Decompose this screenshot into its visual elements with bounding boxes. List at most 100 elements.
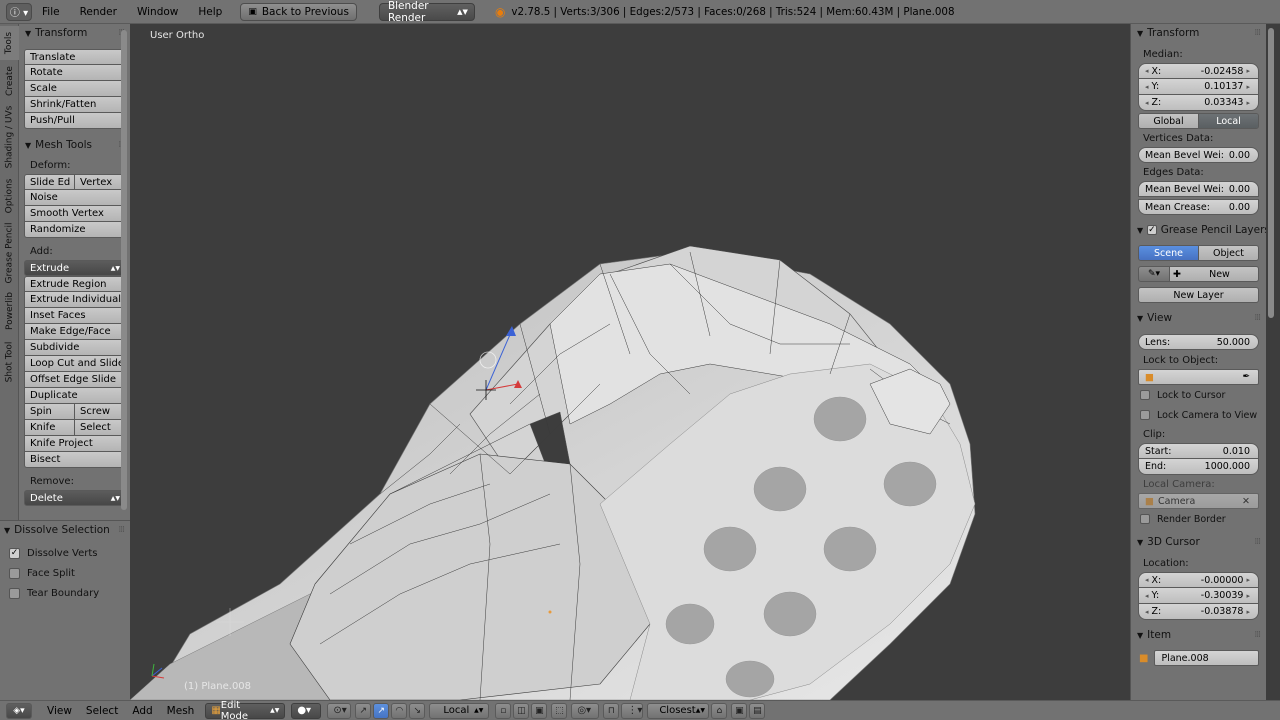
proportional-edit-dropdown[interactable]: ◎▾ (571, 702, 600, 719)
item-name-field[interactable]: Plane.008 (1154, 650, 1259, 666)
snap-target-dropdown[interactable]: Closest ▲▼ (647, 702, 710, 719)
scale-manipulator-button[interactable]: ↘ (409, 702, 426, 719)
slide-edge-button[interactable]: Slide Ed (25, 175, 74, 189)
shading-dropdown[interactable]: ●▾ (291, 702, 322, 719)
menu-file[interactable]: File (32, 6, 70, 18)
make-edge-face-button[interactable]: Make Edge/Face (24, 324, 125, 340)
extrude-dropdown[interactable]: Extrude ▲▼ (24, 260, 125, 276)
panel-item-header[interactable]: ▼ Item ⁞⁞⁞ (1131, 626, 1266, 644)
menu-view[interactable]: View (40, 705, 79, 717)
duplicate-button[interactable]: Duplicate (24, 388, 125, 404)
delete-dropdown[interactable]: Delete ▲▼ (24, 490, 125, 506)
median-y-field[interactable]: ◂ Y: 0.10137 ▸ (1138, 79, 1259, 95)
checkbox-empty-icon[interactable] (9, 587, 20, 599)
smooth-vertex-button[interactable]: Smooth Vertex (24, 206, 125, 222)
rotate-manipulator-button[interactable]: ◠ (391, 702, 408, 719)
checkbox-empty-icon[interactable] (9, 567, 20, 579)
mesh-render[interactable] (130, 24, 1129, 700)
extrude-individual-button[interactable]: Extrude Individual (24, 292, 125, 308)
noise-button[interactable]: Noise (24, 190, 125, 206)
edge-select-button[interactable]: ◫ (513, 702, 530, 719)
drag-grip-icon[interactable]: ⁞⁞⁞ (1254, 630, 1261, 640)
snap-element-dropdown[interactable]: ⋮▾ (621, 702, 644, 719)
3d-viewport[interactable]: User Ortho (1) Plane.008 (130, 24, 1129, 700)
loop-cut-slide-button[interactable]: Loop Cut and Slide (24, 356, 125, 372)
screw-button[interactable]: Screw (74, 404, 124, 419)
new-layer-button[interactable]: New Layer (1138, 287, 1259, 303)
dissolve-verts-option[interactable]: ✓ Dissolve Verts (0, 543, 130, 563)
clip-end-field[interactable]: End: 1000.000 (1138, 459, 1259, 475)
menu-mesh[interactable]: Mesh (160, 705, 202, 717)
bisect-button[interactable]: Bisect (24, 452, 125, 468)
local-space-button[interactable]: Local (1198, 114, 1258, 128)
push-pull-button[interactable]: Push/Pull (24, 113, 125, 129)
occlude-geometry-button[interactable]: ⬚ (551, 702, 568, 719)
menu-add[interactable]: Add (125, 705, 159, 717)
clip-start-field[interactable]: Start: 0.010 (1138, 443, 1259, 459)
operator-header[interactable]: ▼ Dissolve Selection ⁞⁞⁞ (0, 521, 130, 539)
knife-select-button[interactable]: Select (74, 420, 124, 435)
lock-to-cursor-option[interactable]: Lock to Cursor (1131, 385, 1266, 405)
subdivide-button[interactable]: Subdivide (24, 340, 125, 356)
tab-tools[interactable]: Tools (0, 26, 19, 60)
mode-dropdown[interactable]: ▦ Edit Mode ▲▼ (205, 700, 286, 720)
editor-type-button[interactable]: ⓘ ▾ (6, 2, 32, 21)
translate-manipulator-button[interactable]: ↗ (373, 702, 390, 719)
vertex-bevel-weight-field[interactable]: Mean Bevel Wei: 0.00 (1138, 147, 1259, 163)
knife-project-button[interactable]: Knife Project (24, 436, 125, 452)
tool-shelf-scrollbar[interactable] (121, 30, 127, 510)
panel-view-header[interactable]: ▼ View ⁞⁞⁞ (1131, 309, 1266, 327)
vertex-select-button[interactable]: ▫ (495, 702, 512, 719)
face-split-option[interactable]: Face Split (0, 563, 130, 583)
extrude-region-button[interactable]: Extrude Region (24, 276, 125, 292)
opengl-render-button[interactable]: ▣ (731, 702, 748, 719)
lock-camera-option[interactable]: Lock Camera to View (1131, 405, 1266, 425)
face-select-button[interactable]: ▣ (531, 702, 548, 719)
tab-options[interactable]: Options (0, 174, 19, 218)
panel-grease-pencil-header[interactable]: ▼ ✓ Grease Pencil Layers (1131, 221, 1266, 239)
pivot-dropdown[interactable]: ⊙▾ (327, 702, 352, 719)
drag-grip-icon[interactable]: ⁞⁞⁞ (1254, 313, 1261, 323)
cursor-y-field[interactable]: ◂ Y: -0.30039 ▸ (1138, 588, 1259, 604)
gp-scene-button[interactable]: Scene (1139, 246, 1198, 260)
grease-pencil-toggle-checkbox[interactable]: ✓ (1147, 225, 1157, 235)
panel-transform-props-header[interactable]: ▼ Transform ⁞⁞⁞ (1131, 24, 1266, 42)
gp-new-button[interactable]: ✚ New (1170, 266, 1259, 282)
snap-align-button[interactable]: ⌂ (711, 702, 728, 719)
pencil-icon[interactable]: ✎▾ (1138, 266, 1170, 282)
tab-shot-tool[interactable]: Shot Tool (0, 336, 19, 388)
mean-crease-field[interactable]: Mean Crease: 0.00 (1138, 199, 1259, 215)
orientation-dropdown[interactable]: Local ▲▼ (429, 702, 490, 719)
checkbox-empty-icon[interactable] (1140, 390, 1150, 400)
randomize-button[interactable]: Randomize (24, 222, 125, 238)
drag-grip-icon[interactable]: ⁞⁞⁞ (118, 525, 125, 535)
tab-create[interactable]: Create (0, 62, 19, 100)
tear-boundary-option[interactable]: Tear Boundary (0, 583, 130, 603)
tab-grease-pencil[interactable]: Grease Pencil (0, 220, 19, 286)
back-to-previous-button[interactable]: ▣ Back to Previous (240, 2, 357, 21)
lock-object-field[interactable]: ■ ✒ (1138, 369, 1259, 385)
opengl-animation-button[interactable]: ▤ (749, 702, 766, 719)
checkbox-checked-icon[interactable]: ✓ (9, 547, 20, 559)
spin-button[interactable]: Spin (25, 404, 74, 419)
cursor-x-field[interactable]: ◂ X: -0.00000 ▸ (1138, 572, 1259, 588)
eyedropper-icon[interactable]: ✒ (1242, 372, 1250, 382)
render-engine-dropdown[interactable]: Blender Render ▲▼ (378, 0, 475, 24)
median-z-field[interactable]: ◂ Z: 0.03343 ▸ (1138, 95, 1259, 111)
inset-faces-button[interactable]: Inset Faces (24, 308, 125, 324)
tab-powerlib[interactable]: Powerlib (0, 288, 19, 334)
cursor-z-field[interactable]: ◂ Z: -0.03878 ▸ (1138, 604, 1259, 620)
knife-button[interactable]: Knife (25, 420, 74, 435)
translate-button[interactable]: Translate (24, 49, 125, 65)
shrink-fatten-button[interactable]: Shrink/Fatten (24, 97, 125, 113)
snap-toggle[interactable]: ⊓ (603, 702, 620, 719)
checkbox-empty-icon[interactable] (1140, 514, 1150, 524)
menu-render[interactable]: Render (70, 6, 127, 18)
properties-scrollbar[interactable] (1268, 28, 1274, 318)
menu-select[interactable]: Select (79, 705, 125, 717)
menu-window[interactable]: Window (127, 6, 188, 18)
global-space-button[interactable]: Global (1139, 114, 1198, 128)
checkbox-empty-icon[interactable] (1140, 410, 1150, 420)
median-x-field[interactable]: ◂ X: -0.02458 ▸ (1138, 63, 1259, 79)
lens-field[interactable]: Lens: 50.000 (1138, 334, 1259, 350)
